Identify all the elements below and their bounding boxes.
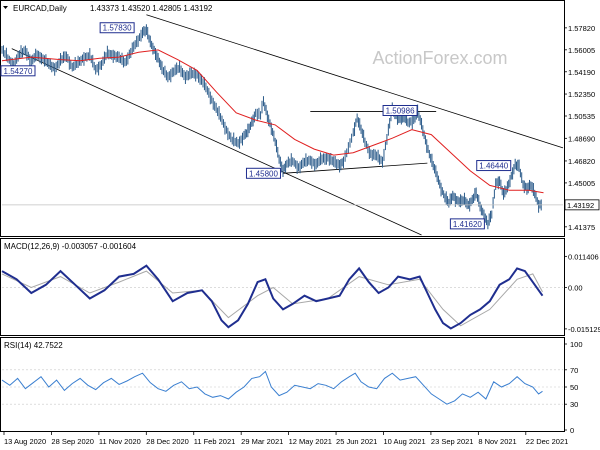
annotation-label-4: 1.41620: [453, 220, 482, 229]
price-tick-label: 1.56005: [568, 46, 595, 55]
chart-header-ohlc: 1.43373 1.43520 1.42805 1.43192: [90, 4, 213, 13]
date-tick-label: 12 May 2021: [289, 437, 332, 446]
date-tick-label: 22 Dec 2021: [526, 437, 569, 446]
date-tick-label: 8 Nov 2021: [478, 437, 516, 446]
annotation-label-0: 1.57830: [103, 24, 132, 33]
macd-tick-label: 0.00: [568, 284, 583, 293]
annotation-label-5: 1.54270: [4, 67, 33, 76]
rsi-tick-label: 50: [570, 383, 578, 392]
price-panel-frame: [0, 0, 565, 237]
macd-panel-frame: [0, 238, 565, 336]
annotation-label-1: 1.45800: [249, 169, 278, 178]
date-tick-label: 28 Dec 2020: [146, 437, 189, 446]
rsi-tick-label: 100: [570, 340, 583, 349]
price-tick-label: 1.50535: [568, 112, 595, 121]
rsi-tick-label: 30: [570, 400, 578, 409]
date-tick-label: 29 Mar 2021: [241, 437, 283, 446]
annotation-label-2: 1.50986: [386, 106, 415, 115]
macd-title: MACD(12,26,9) -0.003057 -0.001604: [4, 242, 137, 251]
macd-tick-label: 0.011406: [568, 252, 599, 261]
rsi-panel-frame: [0, 337, 565, 432]
price-tick-label: 1.46820: [568, 157, 595, 166]
date-tick-label: 28 Sep 2020: [51, 437, 94, 446]
date-tick-label: 13 Aug 2020: [4, 437, 46, 446]
price-tick-label: 1.43192: [567, 201, 594, 210]
annotation-label-3: 1.46440: [479, 162, 508, 171]
price-tick-label: 1.48690: [568, 134, 595, 143]
date-tick-label: 11 Nov 2020: [99, 437, 141, 446]
price-tick-label: 1.52350: [568, 90, 595, 99]
rsi-tick-label: 70: [570, 366, 578, 375]
watermark: ActionForex.com: [372, 48, 507, 68]
macd-tick-label: -0.015129: [568, 325, 600, 334]
date-tick-label: 10 Aug 2021: [383, 437, 425, 446]
date-tick-label: 11 Feb 2021: [194, 437, 236, 446]
chart-header-symbol: EURCAD,Daily: [13, 4, 67, 13]
rsi-tick-label: 0: [570, 426, 574, 435]
date-tick-label: 23 Sep 2021: [431, 437, 474, 446]
price-tick-label: 1.45005: [568, 179, 595, 188]
price-tick-label: 1.54190: [568, 68, 595, 77]
chart-canvas: ActionForex.com EURCAD,Daily 1.43373 1.4…: [0, 0, 600, 446]
date-tick-label: 25 Jun 2021: [336, 437, 377, 446]
rsi-title: RSI(14) 42.7522: [4, 341, 63, 350]
price-tick-label: 1.57820: [568, 24, 595, 33]
price-tick-label: 1.41375: [568, 223, 595, 232]
